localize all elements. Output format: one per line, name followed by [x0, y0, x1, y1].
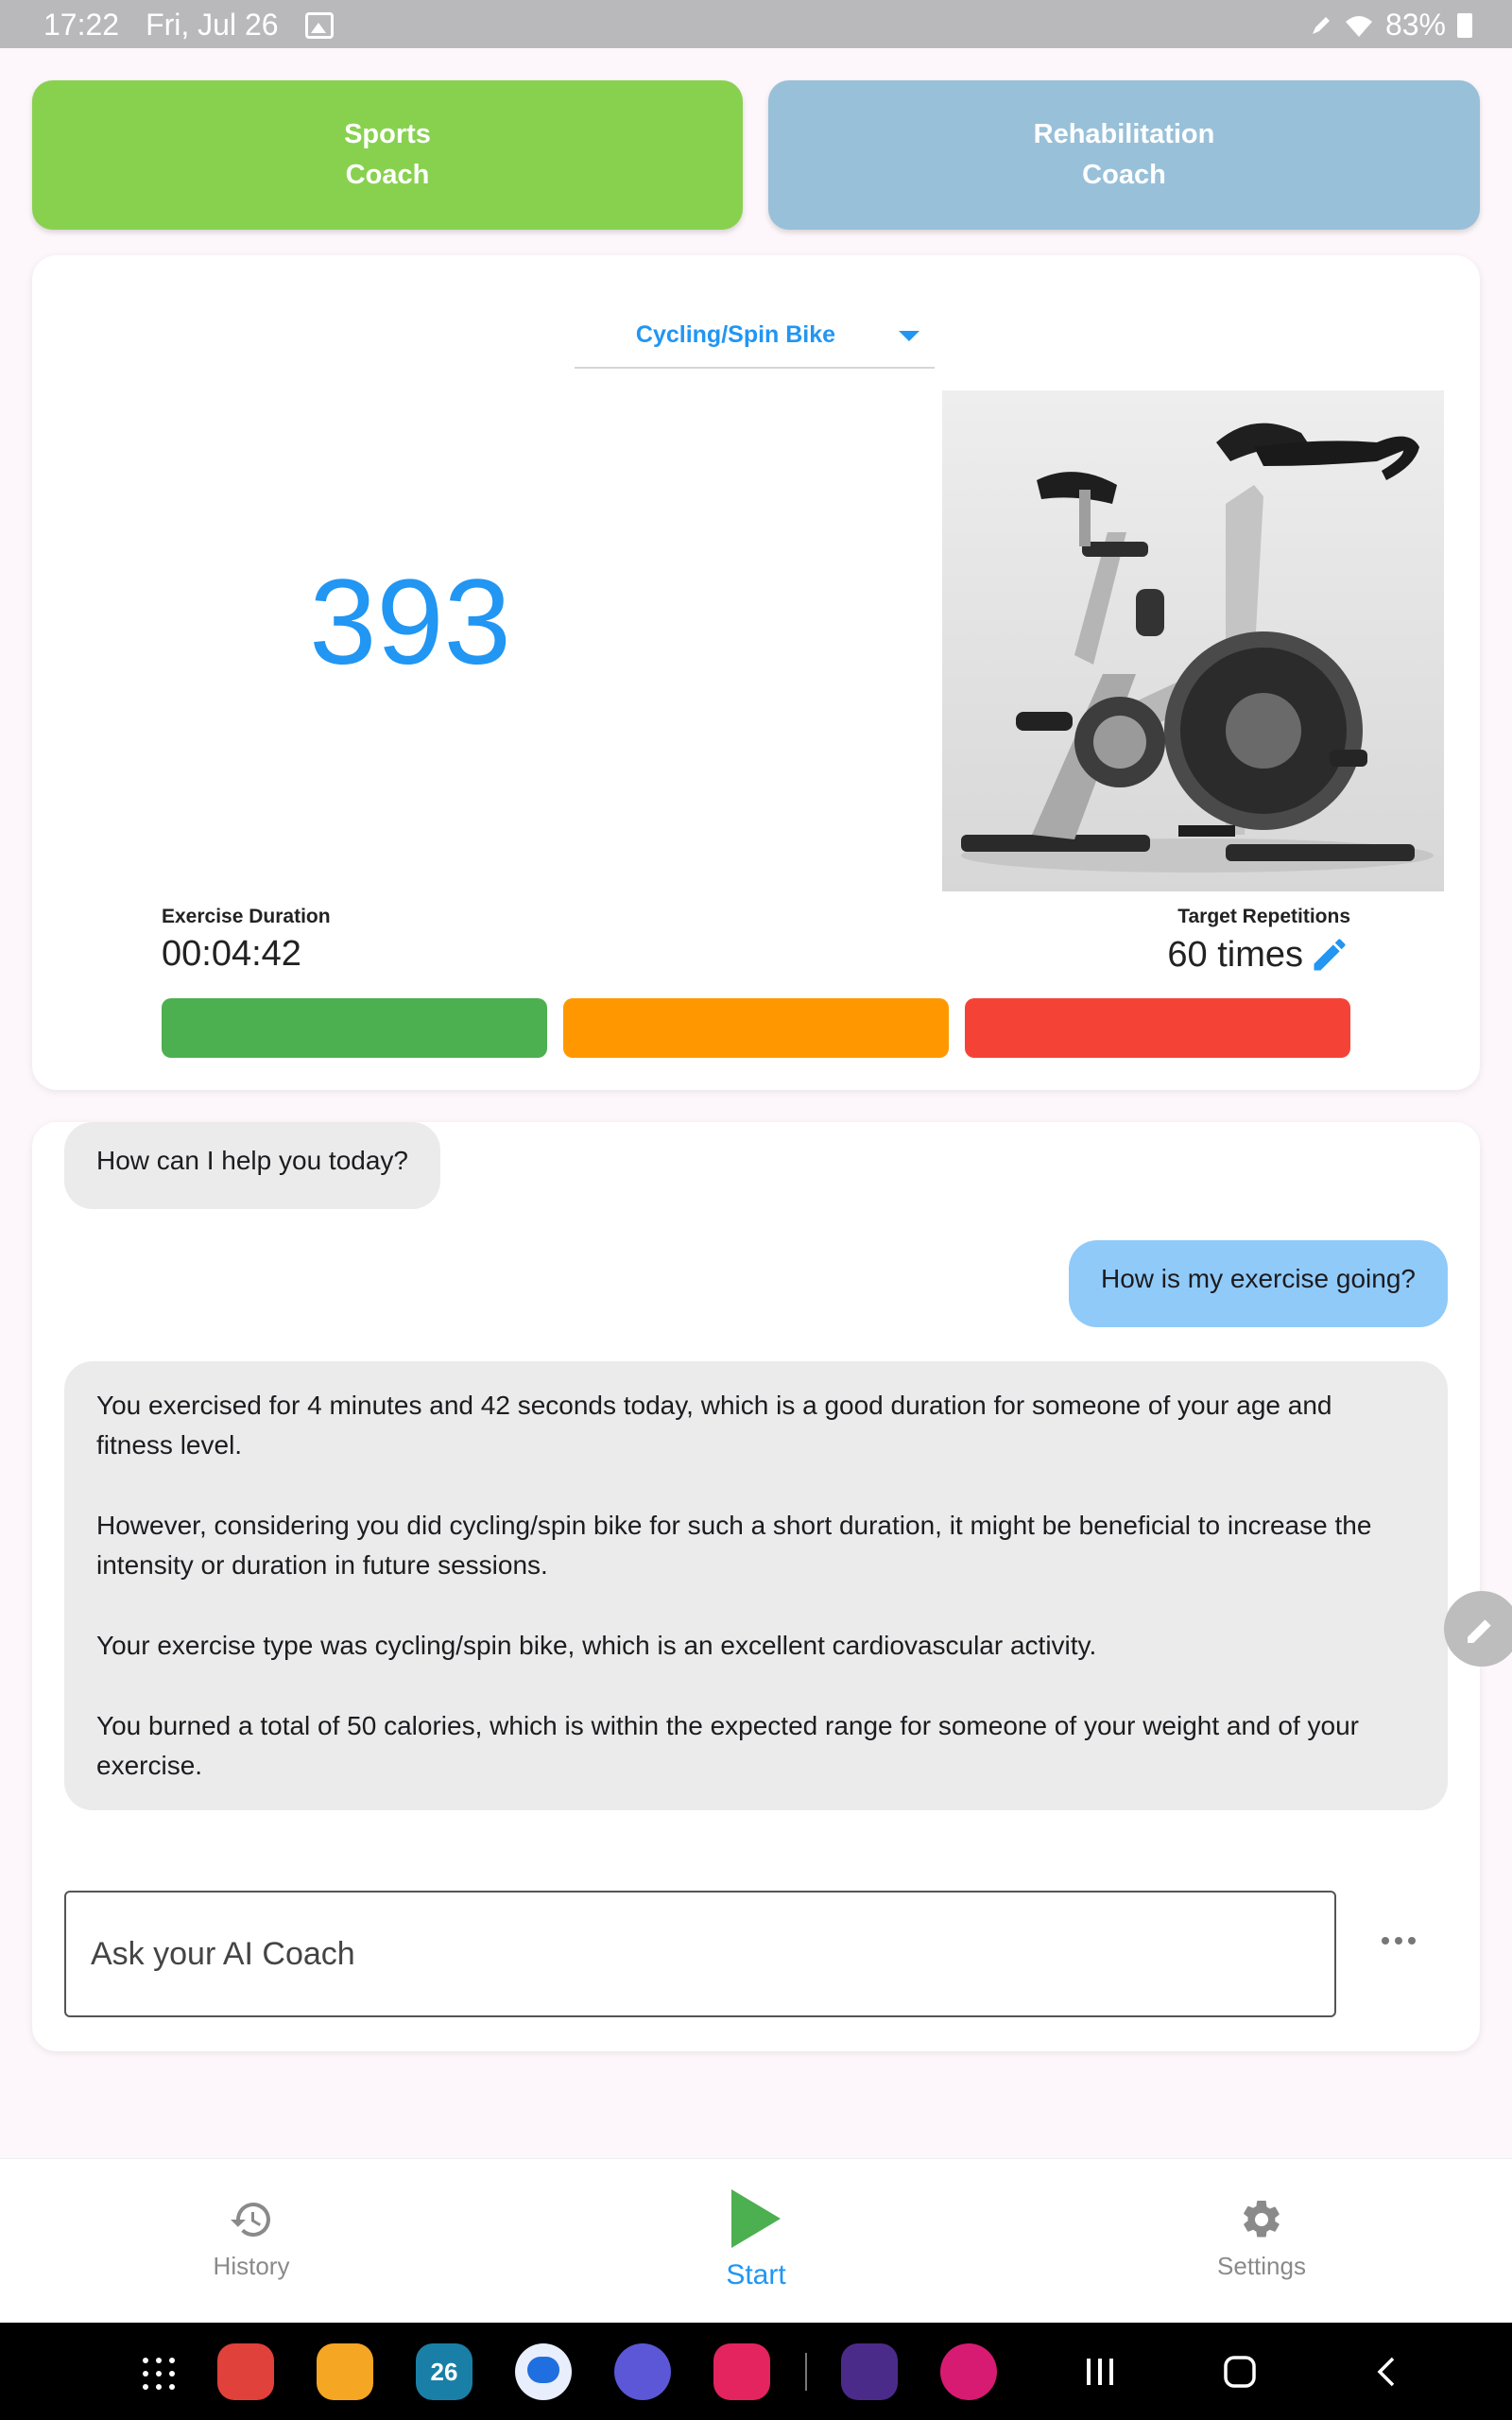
files-app-icon[interactable]: [317, 2343, 373, 2400]
play-icon: [731, 2189, 781, 2248]
ask-coach-placeholder: Ask your AI Coach: [91, 1935, 355, 1972]
ai-response-paragraph: You burned a total of 50 calories, which…: [96, 1711, 1360, 1780]
ai-response-paragraph: However, considering you did cycling/spi…: [96, 1511, 1372, 1580]
dropdown-caret-icon: [899, 331, 919, 341]
repetition-counter: 393: [309, 555, 511, 690]
wifi-icon: [1345, 15, 1372, 37]
calendar-app-icon[interactable]: 26: [416, 2343, 472, 2400]
intensity-bar-red: [965, 998, 1350, 1058]
notes-app-icon[interactable]: [217, 2343, 274, 2400]
ai-message-text: How can I help you today?: [96, 1146, 408, 1175]
user-message-text: How is my exercise going?: [1100, 1264, 1416, 1293]
gallery-app-icon[interactable]: [940, 2343, 997, 2400]
ai-response-bubble: You exercised for 4 minutes and 42 secon…: [64, 1361, 1448, 1810]
intensity-bar-green: [162, 998, 547, 1058]
internet-app-icon[interactable]: [614, 2343, 671, 2400]
pencil-icon: [1468, 1619, 1491, 1643]
pen-icon: [1312, 16, 1330, 34]
home-icon[interactable]: [1223, 2355, 1257, 2389]
history-icon: [231, 2203, 270, 2237]
user-message-bubble: How is my exercise going?: [1068, 1240, 1448, 1327]
status-bar: 17:22 Fri, Jul 26 83%: [0, 0, 1512, 48]
recents-icon[interactable]: [1083, 2355, 1117, 2389]
exercise-card: Cycling/Spin Bike 393 Exercise Duration …: [32, 255, 1480, 1090]
status-date: Fri, Jul 26: [146, 8, 279, 42]
nav-history-label: History: [213, 2252, 290, 2280]
chat-card: How can I help you today? How is my exer…: [32, 1122, 1480, 2051]
more-options-icon[interactable]: [1382, 1937, 1416, 1945]
bottom-navigation: History Start Settings: [0, 2158, 1512, 2323]
exercise-type-label: Cycling/Spin Bike: [635, 321, 836, 348]
status-time: 17:22: [43, 8, 120, 42]
target-repetitions-label: Target Repetitions: [1177, 906, 1350, 927]
floating-edit-button[interactable]: [1444, 1591, 1512, 1667]
sports-coach-button[interactable]: Sports Coach: [32, 80, 743, 230]
nav-settings[interactable]: Settings: [1191, 2197, 1332, 2281]
rehabilitation-coach-button[interactable]: Rehabilitation Coach: [768, 80, 1480, 230]
battery-percent: 83%: [1384, 8, 1446, 42]
battery-icon: [1457, 12, 1472, 38]
apps-pair-icon[interactable]: [841, 2343, 898, 2400]
spin-bike-image: [942, 390, 1444, 891]
taskbar-divider: [805, 2353, 807, 2391]
nav-history[interactable]: History: [189, 2197, 314, 2281]
exercise-duration-label: Exercise Duration: [162, 906, 331, 927]
ai-response-paragraph: You exercised for 4 minutes and 42 secon…: [96, 1391, 1332, 1460]
ai-response-paragraph: Your exercise type was cycling/spin bike…: [96, 1631, 1097, 1660]
gallery-notification-icon: [304, 11, 334, 39]
app-drawer-icon[interactable]: [142, 2357, 176, 2391]
nav-settings-label: Settings: [1217, 2252, 1306, 2280]
ask-coach-input[interactable]: Ask your AI Coach: [64, 1891, 1336, 2017]
exercise-duration-value: 00:04:42: [162, 934, 301, 974]
intensity-bar-orange: [563, 998, 949, 1058]
nav-start-label: Start: [726, 2259, 786, 2290]
edit-target-icon[interactable]: [1309, 934, 1350, 976]
target-repetitions-row: 60 times: [1167, 934, 1350, 976]
exercise-type-dropdown[interactable]: Cycling/Spin Bike: [575, 312, 935, 369]
target-repetitions-value: 60 times: [1167, 934, 1303, 975]
camera-app-icon[interactable]: [713, 2343, 770, 2400]
back-icon[interactable]: [1370, 2355, 1404, 2389]
ai-message-bubble: How can I help you today?: [64, 1122, 440, 1209]
gear-icon: [1244, 2200, 1280, 2238]
system-taskbar: 26: [0, 2323, 1512, 2420]
messages-app-icon[interactable]: [515, 2343, 572, 2400]
nav-start[interactable]: Start: [690, 2187, 822, 2291]
